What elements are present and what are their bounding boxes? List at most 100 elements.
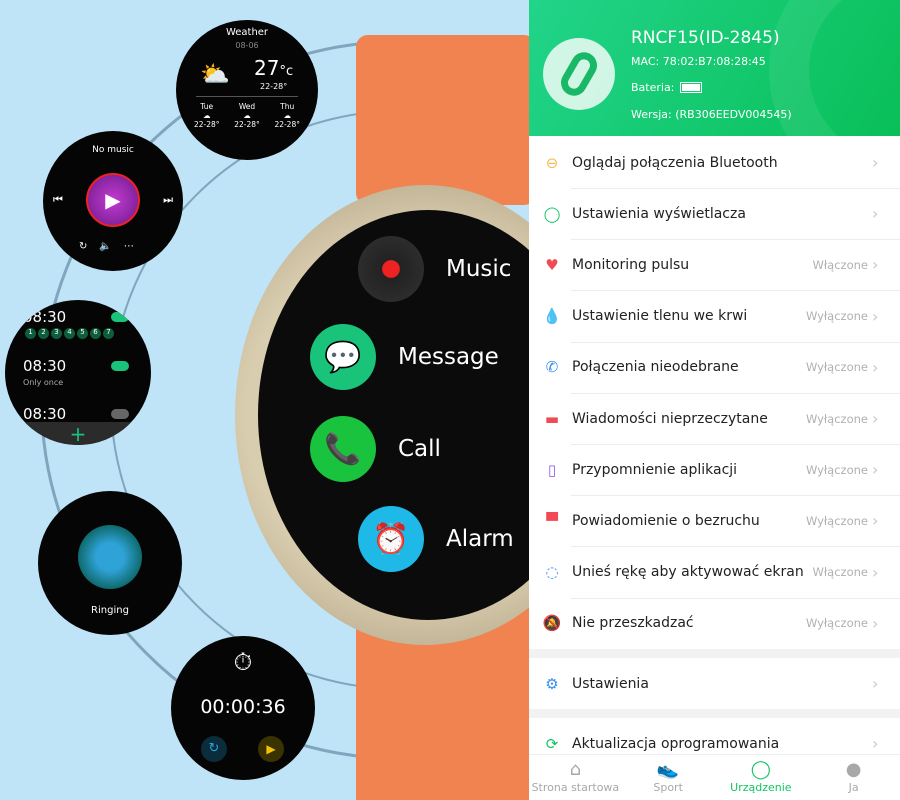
alarm-toggle[interactable] bbox=[111, 409, 129, 419]
stopwatch-time: 00:00:36 bbox=[200, 696, 286, 718]
alarm-toggle[interactable] bbox=[111, 312, 129, 322]
alarm-time: 08:30 bbox=[23, 308, 67, 326]
bottom-nav: ⌂ Strona startowa 👟 Sport ◯ Urządzenie ● Ja bbox=[529, 754, 900, 800]
menu-item-status: Wyłączone bbox=[805, 513, 868, 528]
nav-tab-label: Sport bbox=[653, 781, 683, 794]
device-mac: MAC: 78:02:B7:08:28:45 bbox=[631, 55, 766, 68]
next-icon: ⏭ bbox=[163, 193, 173, 206]
weather-unit: °c bbox=[279, 64, 294, 79]
nav-tab-label: Strona startowa bbox=[531, 781, 620, 794]
raise-wrist-icon: ◌ bbox=[545, 563, 559, 582]
menu-item-status: Wyłączone bbox=[805, 411, 868, 426]
app-label: Message bbox=[398, 344, 499, 370]
nav-tab[interactable]: 👟 Sport bbox=[622, 755, 715, 800]
nav-tab[interactable]: ◯ Urządzenie bbox=[715, 755, 808, 800]
band-icon: ◯ bbox=[750, 759, 771, 780]
chevron-right-icon: › bbox=[872, 306, 879, 326]
vinyl-icon bbox=[358, 236, 424, 302]
menu-item-status: Włączone bbox=[812, 565, 868, 580]
weather-range: 22-28° bbox=[260, 82, 288, 91]
menu-item-status: Wyłączone bbox=[805, 616, 868, 631]
radar-icon bbox=[78, 525, 142, 589]
nav-tab-label: Urządzenie bbox=[730, 781, 792, 794]
ringing-screen: Ringing bbox=[38, 491, 182, 635]
chevron-right-icon: › bbox=[872, 357, 879, 377]
app-screen: RNCF15(ID-2845) MAC: 78:02:B7:08:28:45 B… bbox=[529, 0, 900, 800]
chevron-right-icon: › bbox=[872, 511, 879, 531]
menu-item[interactable]: ◯ Ustawienia wyświetlacza › bbox=[529, 188, 900, 239]
chevron-right-icon: › bbox=[872, 409, 879, 428]
menu-item[interactable]: ♥ Monitoring pulsu Włączone › bbox=[529, 239, 900, 290]
bluetooth-link-icon: ⊖ bbox=[545, 153, 559, 172]
chevron-right-icon: › bbox=[872, 204, 879, 224]
snow-cloud-icon: ☁ bbox=[283, 111, 291, 120]
menu-item-status: Wyłączone bbox=[805, 309, 868, 324]
band-icon: ◯ bbox=[543, 204, 561, 223]
menu-item-label: Oglądaj połączenia Bluetooth bbox=[572, 154, 778, 171]
menu-item-label: Ustawienie tlenu we krwi bbox=[572, 308, 748, 325]
message-icon: 💬 bbox=[310, 324, 376, 390]
chevron-right-icon: › bbox=[872, 153, 879, 172]
battery-label: Bateria: bbox=[631, 81, 675, 94]
device-version: Wersja: (RB306EEDV004545) bbox=[631, 108, 792, 121]
watch-strap-top bbox=[356, 35, 529, 205]
weather-temp: 27 bbox=[254, 56, 280, 80]
menu-item[interactable]: 🔕 Nie przeszkadzać Wyłączone › bbox=[529, 598, 900, 649]
stopwatch-icon: ⏱ bbox=[233, 648, 253, 676]
alarm-time: 08:30 bbox=[23, 405, 67, 423]
alarm-time: 08:30 bbox=[23, 357, 67, 375]
watch-app-message: 💬 Message bbox=[310, 324, 499, 390]
menu-item[interactable]: 💧 Ustawienie tlenu we krwi Wyłączone › bbox=[529, 291, 900, 342]
smartphone-icon: ▯ bbox=[547, 460, 557, 479]
forecast-day: Thu ☁ 22-28° bbox=[274, 102, 300, 129]
bell-off-icon: 🔕 bbox=[542, 614, 562, 633]
refresh-icon: ⟳ bbox=[545, 734, 559, 753]
menu-item-settings[interactable]: ⚙ Ustawienia › bbox=[529, 658, 900, 709]
reset-icon[interactable]: ↻ bbox=[201, 736, 227, 762]
person-icon: ● bbox=[845, 759, 862, 780]
stopwatch-screen: ⏱ 00:00:36 ↻ ▶ bbox=[171, 636, 315, 780]
snow-cloud-icon: ☁ bbox=[243, 111, 251, 120]
chevron-right-icon: › bbox=[872, 734, 879, 753]
weather-title: Weather bbox=[225, 27, 269, 38]
app-label: Music bbox=[446, 256, 512, 282]
menu-item[interactable]: ✆ Połączenia nieodebrane Wyłączone › bbox=[529, 342, 900, 393]
menu-item[interactable]: ▯ Przypomnienie aplikacji Wyłączone › bbox=[529, 444, 900, 495]
band-icon bbox=[543, 38, 615, 110]
menu-item[interactable]: ▀ Powiadomienie o bezruchu Wyłączone › bbox=[529, 495, 900, 546]
weather-date: 08-06 bbox=[235, 41, 259, 50]
menu-item-label: Przypomnienie aplikacji bbox=[572, 461, 738, 478]
sofa-icon: ▀ bbox=[546, 511, 558, 530]
menu-item[interactable]: ⊖ Oglądaj połączenia Bluetooth › bbox=[529, 137, 900, 188]
add-icon[interactable]: + bbox=[5, 422, 151, 445]
menu-item-label: Ustawienia bbox=[572, 675, 649, 692]
weather-screen: Weather 08-06 ⛅ 27°c 22-28° Tue ☁ 22-28° W… bbox=[176, 20, 318, 160]
forecast-day: Tue ☁ 22-28° bbox=[194, 102, 220, 129]
phone-icon: 📞 bbox=[310, 416, 376, 482]
chevron-right-icon: › bbox=[872, 674, 879, 693]
alarm-clock-icon: ⏰ bbox=[358, 506, 424, 572]
chevron-right-icon: › bbox=[872, 460, 879, 480]
nav-tab[interactable]: ⌂ Strona startowa bbox=[529, 755, 622, 800]
product-image: Music 💬 Message 📞 Call ⏰ Alarm Weather 08-0… bbox=[0, 0, 529, 800]
menu-item-label: Nie przeszkadzać bbox=[572, 615, 694, 632]
alarm-toggle[interactable] bbox=[111, 361, 129, 371]
gear-icon: ⚙ bbox=[545, 674, 559, 693]
menu-item[interactable]: ▬ Wiadomości nieprzeczytane Wyłączone › bbox=[529, 393, 900, 444]
shoe-icon: 👟 bbox=[656, 759, 680, 780]
nav-tab[interactable]: ● Ja bbox=[807, 755, 900, 800]
menu-item-status: Włączone bbox=[812, 257, 868, 272]
forecast-day: Wed ☁ 22-28° bbox=[234, 102, 260, 129]
menu-item-label: Monitoring pulsu bbox=[572, 256, 690, 273]
play-icon[interactable]: ▶ bbox=[258, 736, 284, 762]
phone-icon: ✆ bbox=[545, 358, 559, 377]
nav-tab-label: Ja bbox=[848, 781, 859, 794]
menu-item-label: Wiadomości nieprzeczytane bbox=[572, 410, 768, 427]
device-header: RNCF15(ID-2845) MAC: 78:02:B7:08:28:45 B… bbox=[529, 0, 900, 136]
partly-cloudy-icon: ⛅ bbox=[200, 60, 230, 88]
message-icon: ▬ bbox=[544, 409, 560, 428]
music-title: No music bbox=[92, 145, 134, 155]
alarm-repeat: Only once bbox=[23, 378, 64, 387]
menu-item[interactable]: ◌ Unieś rękę aby aktywować ekran Włączone › bbox=[529, 547, 900, 598]
menu-item-label: Aktualizacja oprogramowania bbox=[572, 735, 780, 752]
